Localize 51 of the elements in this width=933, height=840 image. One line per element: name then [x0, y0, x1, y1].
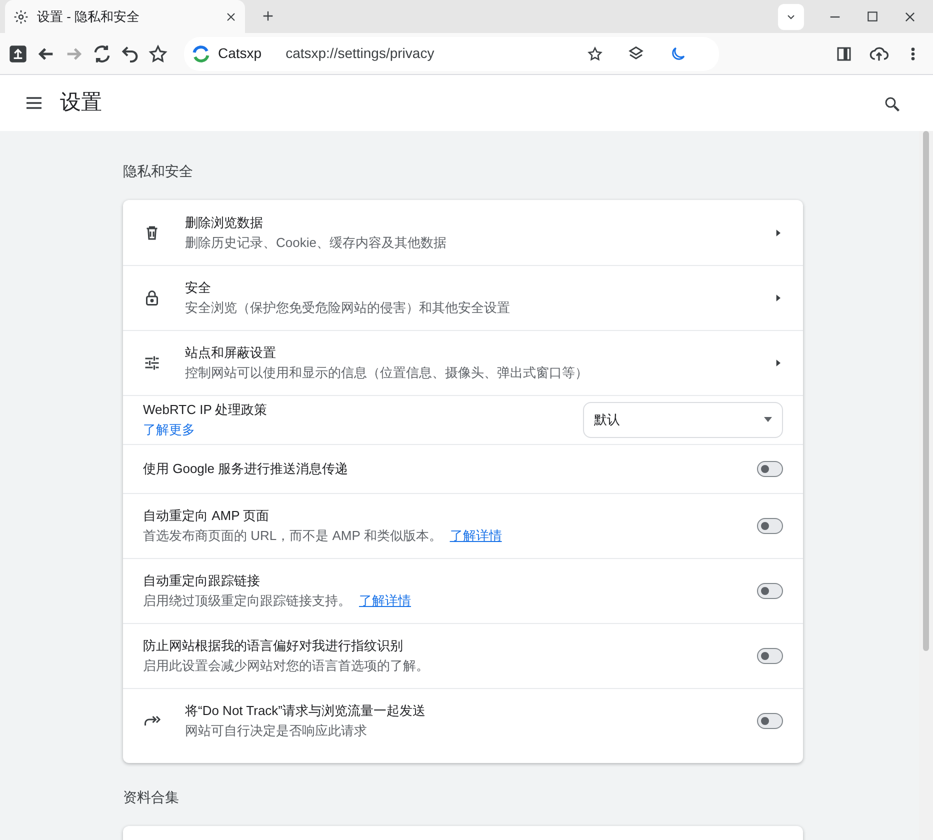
- settings-row[interactable]: 删除浏览数据 删除历史记录、Cookie、缓存内容及其他数据: [123, 200, 803, 265]
- reload-icon[interactable]: [92, 44, 112, 64]
- undo-icon[interactable]: [120, 44, 140, 64]
- setting-description: 启用此设置会减少网站对您的语言首选项的了解。: [143, 657, 429, 675]
- toggle-switch[interactable]: [757, 518, 783, 534]
- setting-description: 删除历史记录、Cookie、缓存内容及其他数据: [185, 234, 446, 252]
- setting-title: 安全: [185, 279, 212, 297]
- new-tab-icon[interactable]: [261, 9, 275, 24]
- setting-title: 自动重定向跟踪链接: [143, 572, 261, 590]
- maximize-icon[interactable]: [866, 10, 879, 23]
- setting-description: 首选发布商页面的 URL，而不是 AMP 和类似版本。: [143, 527, 442, 545]
- address-bar[interactable]: Catsxp catsxp://settings/privacy: [184, 36, 719, 70]
- browser-tab[interactable]: 设置 - 隐私和安全: [5, 0, 245, 33]
- toggle-switch[interactable]: [757, 648, 783, 664]
- page-title: 设置: [60, 90, 102, 116]
- setting-title: 站点和屏蔽设置: [185, 344, 277, 362]
- caret-down-icon: [764, 417, 772, 423]
- setting-title: 删除浏览数据: [185, 214, 264, 232]
- setting-description: 安全浏览（保护您免受危险网站的侵害）和其他安全设置: [185, 299, 510, 317]
- learn-more-link[interactable]: 了解详情: [359, 591, 411, 611]
- close-icon[interactable]: [225, 10, 237, 22]
- site-name: Catsxp: [218, 44, 262, 63]
- learn-more-link[interactable]: 了解详情: [450, 526, 502, 546]
- upload-box-icon[interactable]: [8, 44, 28, 64]
- toggle-switch[interactable]: [757, 583, 783, 599]
- setting-description: 控制网站可以使用和显示的信息（位置信息、摄像头、弹出式窗口等）: [185, 364, 588, 382]
- search-icon[interactable]: [883, 94, 901, 113]
- setting-title: WebRTC IP 处理政策: [143, 401, 268, 420]
- setting-description: 网站可自行决定是否响应此请求: [185, 722, 367, 740]
- learn-more-link[interactable]: 了解更多: [143, 422, 195, 438]
- setting-title: 使用 Google 服务进行推送消息传递: [143, 460, 350, 478]
- section-title: 隐私和安全: [123, 162, 194, 181]
- toggle-switch[interactable]: [757, 713, 783, 729]
- toggle-switch[interactable]: [757, 461, 783, 477]
- bookmark-star-icon[interactable]: [587, 46, 603, 62]
- close-icon[interactable]: [903, 10, 917, 24]
- settings-row[interactable]: 安全 安全浏览（保护您免受危险网站的侵害）和其他安全设置: [123, 265, 803, 330]
- logo-icon: [192, 44, 210, 62]
- url-text: catsxp://settings/privacy: [286, 44, 436, 63]
- section-title: 资料合集: [123, 788, 180, 807]
- lock-icon: [143, 289, 161, 307]
- setting-title: 将“Do Not Track”请求与浏览流量一起发送: [185, 702, 427, 720]
- settings-row[interactable]: 站点和屏蔽设置 控制网站可以使用和显示的信息（位置信息、摄像头、弹出式窗口等）: [123, 330, 803, 395]
- setting-title: 防止网站根据我的语言偏好对我进行指纹识别: [143, 637, 404, 655]
- policy-dropdown[interactable]: 默认: [583, 402, 783, 438]
- star-outline-icon[interactable]: [148, 44, 168, 64]
- setting-description: 启用绕过顶级重定向跟踪链接支持。: [143, 592, 351, 610]
- sliders-icon: [143, 354, 161, 372]
- side-panel-icon[interactable]: [835, 44, 853, 62]
- tab-title: 设置 - 隐私和安全: [37, 8, 141, 26]
- setting-title: 自动重定向 AMP 页面: [143, 507, 270, 525]
